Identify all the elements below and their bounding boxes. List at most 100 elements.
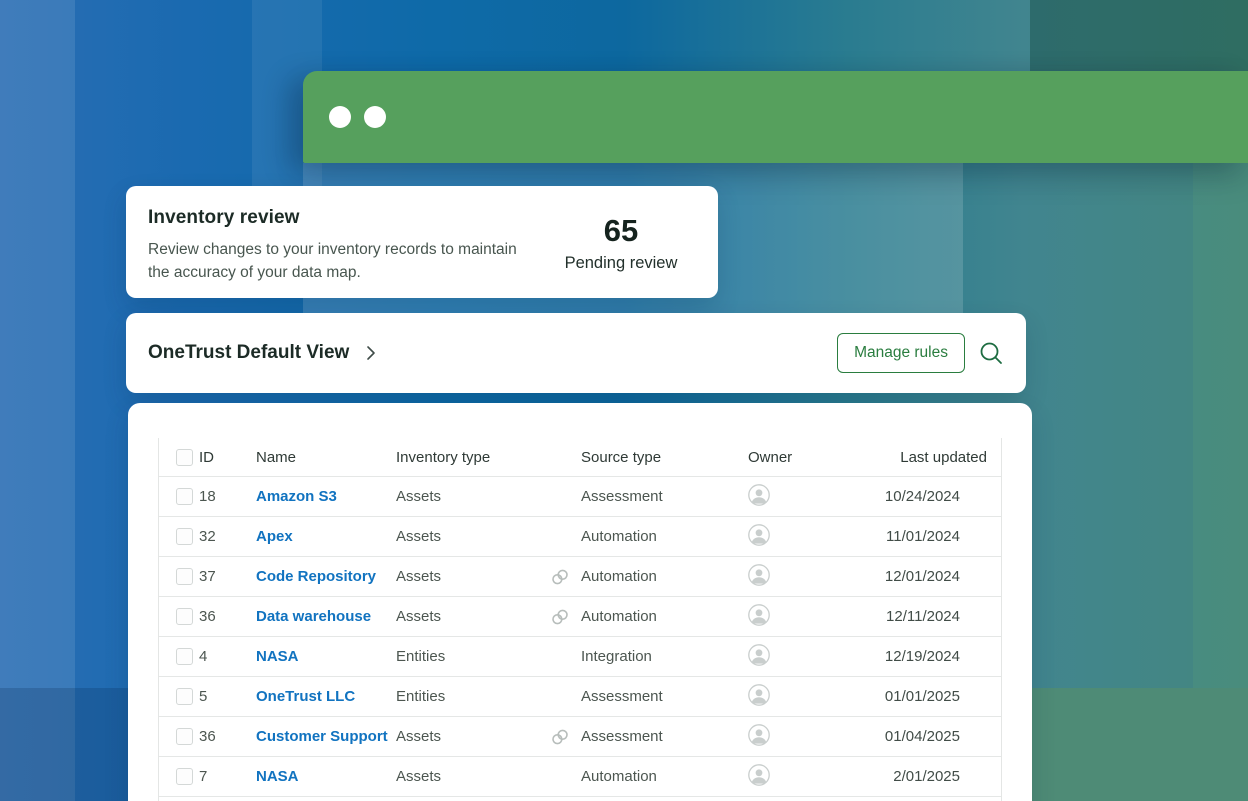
row-checkbox-cell xyxy=(159,648,199,665)
window-dot-icon xyxy=(329,106,351,128)
row-checkbox[interactable] xyxy=(176,608,193,625)
last-updated-cell: 2/01/2025 xyxy=(879,768,1002,785)
table-row[interactable]: 4 NASA Entities Integration xyxy=(159,637,1001,677)
row-checkbox-cell xyxy=(159,608,199,625)
column-header-name: Name xyxy=(256,449,396,466)
record-name-link[interactable]: OneTrust LLC xyxy=(256,688,355,705)
table-body: 18 Amazon S3 Assets Assessment xyxy=(159,477,1001,797)
source-type-cell: Integration xyxy=(551,648,748,665)
view-bar-actions: Manage rules xyxy=(837,333,1004,373)
user-avatar-icon xyxy=(748,604,770,626)
owner-cell xyxy=(748,524,879,550)
row-checkbox-cell xyxy=(159,688,199,705)
name-cell: Apex xyxy=(256,528,396,545)
source-type-cell: Assessment xyxy=(551,688,748,705)
last-updated-cell: 10/24/2024 xyxy=(879,488,1002,505)
last-updated-cell: 12/11/2024 xyxy=(879,608,1002,625)
row-checkbox-cell xyxy=(159,768,199,785)
link-icon xyxy=(551,608,569,626)
row-checkbox-cell xyxy=(159,728,199,745)
table-row[interactable]: 32 Apex Assets Automation xyxy=(159,517,1001,557)
id-cell: 4 xyxy=(199,648,256,665)
name-cell: NASA xyxy=(256,648,396,665)
row-checkbox[interactable] xyxy=(176,648,193,665)
record-name-link[interactable]: Amazon S3 xyxy=(256,488,337,505)
id-cell: 37 xyxy=(199,568,256,585)
manage-rules-button[interactable]: Manage rules xyxy=(837,333,965,373)
name-cell: Amazon S3 xyxy=(256,488,396,505)
link-icon xyxy=(551,728,569,746)
row-checkbox[interactable] xyxy=(176,528,193,545)
table-row[interactable]: 36 Customer Support Assets Assessment xyxy=(159,717,1001,757)
record-name-link[interactable]: Customer Support xyxy=(256,728,388,745)
id-cell: 18 xyxy=(199,488,256,505)
record-name-link[interactable]: NASA xyxy=(256,648,299,665)
name-cell: OneTrust LLC xyxy=(256,688,396,705)
table-row[interactable]: 5 OneTrust LLC Entities Assessment xyxy=(159,677,1001,717)
source-type-label: Automation xyxy=(581,768,657,785)
table-row[interactable]: 18 Amazon S3 Assets Assessment xyxy=(159,477,1001,517)
id-cell: 32 xyxy=(199,528,256,545)
last-updated-cell: 01/04/2025 xyxy=(879,728,1002,745)
last-updated-cell: 12/19/2024 xyxy=(879,648,1002,665)
view-selector[interactable]: OneTrust Default View xyxy=(148,342,376,364)
inventory-type-cell: Assets xyxy=(396,608,551,625)
column-header-source-type: Source type xyxy=(551,449,748,466)
table-row-partial xyxy=(159,797,1001,801)
user-avatar-icon xyxy=(748,564,770,586)
name-cell: Data warehouse xyxy=(256,608,396,625)
background-stripe xyxy=(1030,0,1248,73)
row-checkbox[interactable] xyxy=(176,728,193,745)
owner-cell xyxy=(748,684,879,710)
inventory-type-cell: Assets xyxy=(396,528,551,545)
id-cell: 5 xyxy=(199,688,256,705)
table-row[interactable]: 37 Code Repository Assets Automation xyxy=(159,557,1001,597)
row-checkbox-cell xyxy=(159,528,199,545)
inventory-type-cell: Entities xyxy=(396,688,551,705)
source-type-label: Assessment xyxy=(581,728,663,745)
table-row[interactable]: 36 Data warehouse Assets Automation xyxy=(159,597,1001,637)
record-name-link[interactable]: Apex xyxy=(256,528,293,545)
record-name-link[interactable]: NASA xyxy=(256,768,299,785)
inventory-type-cell: Assets xyxy=(396,568,551,585)
source-type-cell: Assessment xyxy=(551,488,748,505)
background-square xyxy=(1030,688,1248,801)
chevron-right-icon[interactable] xyxy=(366,345,376,361)
inventory-type-cell: Assets xyxy=(396,728,551,745)
source-type-cell: Assessment xyxy=(551,728,748,745)
user-avatar-icon xyxy=(748,524,770,546)
source-type-cell: Automation xyxy=(551,608,748,625)
name-cell: Code Repository xyxy=(256,568,396,585)
browser-titlebar xyxy=(303,71,1248,163)
select-all-cell xyxy=(159,449,199,466)
name-cell: NASA xyxy=(256,768,396,785)
source-type-label: Assessment xyxy=(581,488,663,505)
column-header-id: ID xyxy=(199,449,256,466)
row-checkbox[interactable] xyxy=(176,688,193,705)
owner-cell xyxy=(748,724,879,750)
table-row[interactable]: 7 NASA Assets Automation xyxy=(159,757,1001,797)
source-type-label: Integration xyxy=(581,648,652,665)
user-avatar-icon xyxy=(748,724,770,746)
source-type-label: Assessment xyxy=(581,688,663,705)
select-all-checkbox[interactable] xyxy=(176,449,193,466)
row-checkbox[interactable] xyxy=(176,568,193,585)
user-avatar-icon xyxy=(748,684,770,706)
pending-count: 65 xyxy=(536,213,706,249)
record-name-link[interactable]: Data warehouse xyxy=(256,608,371,625)
source-type-cell: Automation xyxy=(551,528,748,545)
last-updated-cell: 12/01/2024 xyxy=(879,568,1002,585)
owner-cell xyxy=(748,564,879,590)
row-checkbox[interactable] xyxy=(176,488,193,505)
card-description: Review changes to your inventory records… xyxy=(148,238,520,285)
column-header-inventory-type: Inventory type xyxy=(396,449,551,466)
user-avatar-icon xyxy=(748,484,770,506)
column-header-owner: Owner xyxy=(748,449,879,466)
last-updated-cell: 01/01/2025 xyxy=(879,688,1002,705)
inventory-table-card: ID Name Inventory type Source type Owner… xyxy=(128,403,1032,801)
row-checkbox[interactable] xyxy=(176,768,193,785)
view-bar-card: OneTrust Default View Manage rules xyxy=(126,313,1026,393)
row-checkbox-cell xyxy=(159,488,199,505)
search-icon[interactable] xyxy=(978,340,1004,366)
record-name-link[interactable]: Code Repository xyxy=(256,568,376,585)
